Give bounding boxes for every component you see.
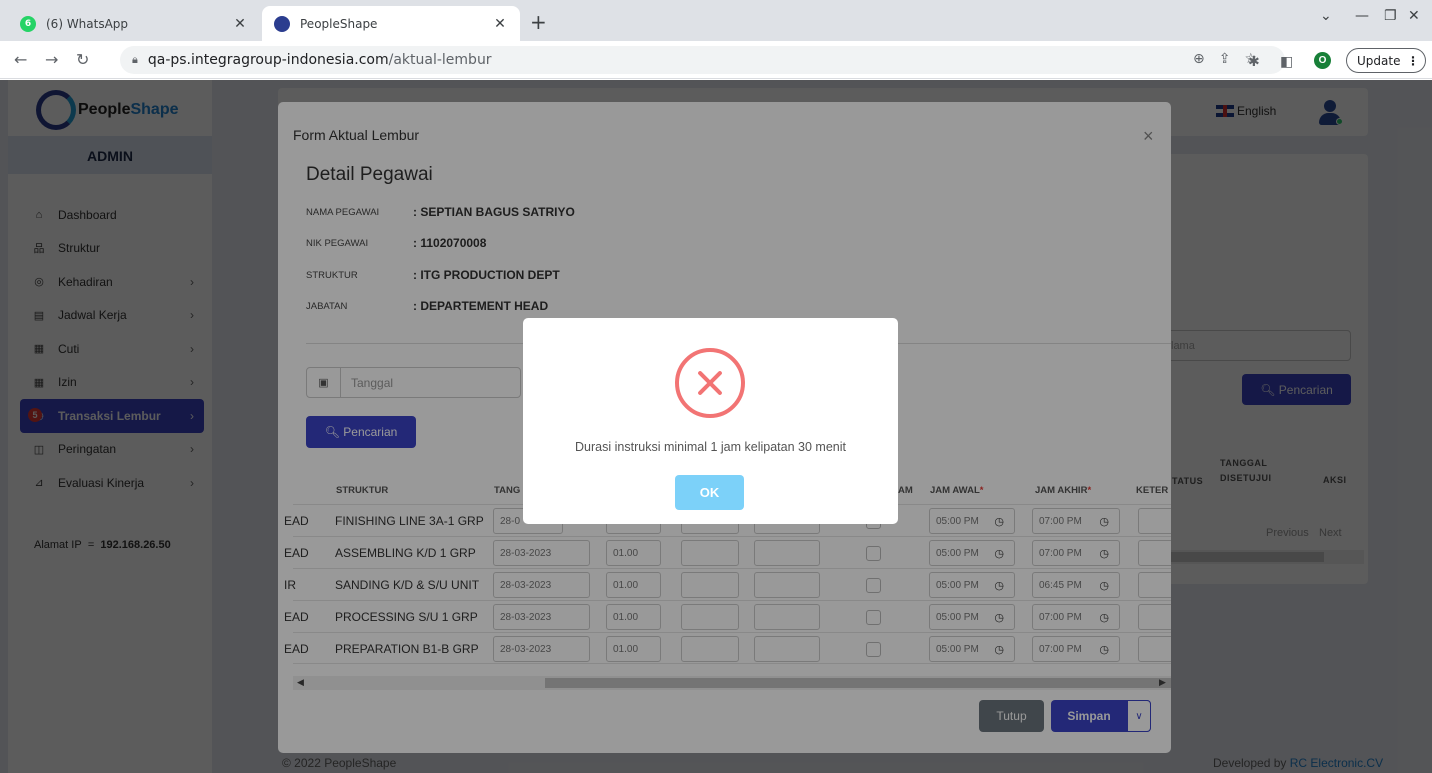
ok-button[interactable]: OK [675,475,744,510]
url-path: /aktual-lembur [388,52,492,68]
update-label: Update [1357,53,1401,68]
peopleshape-favicon-icon [274,15,290,32]
browser-tab-bar: 6 (6) WhatsApp ✕ PeopleShape ✕ + ⌄ — ❐ ✕ [0,0,1432,41]
minimize-button[interactable]: — [1355,8,1369,24]
tab-search-icon[interactable]: ⌄ [1320,8,1332,24]
alert-message: Durasi instruksi minimal 1 jam kelipatan… [575,440,846,454]
window-close-button[interactable]: ✕ [1408,8,1420,24]
browser-tab-peopleshape[interactable]: PeopleShape ✕ [262,6,520,41]
close-tab-icon[interactable]: ✕ [232,16,248,32]
url-field[interactable]: 🔒︎ qa-ps.integragroup-indonesia.com/aktu… [120,46,1285,74]
close-tab-icon[interactable]: ✕ [492,16,508,32]
kebab-menu-icon[interactable]: ⋮ [1407,54,1419,68]
whatsapp-icon: 6 [20,15,36,32]
address-bar: ← → ↻ 🔒︎ qa-ps.integragroup-indonesia.co… [0,41,1432,79]
tab-title: PeopleShape [300,16,378,31]
back-icon[interactable]: ← [14,50,27,69]
browser-tab-whatsapp[interactable]: 6 (6) WhatsApp ✕ [8,6,260,41]
forward-icon[interactable]: → [45,50,58,69]
reload-icon[interactable]: ↻ [76,50,89,69]
error-x-icon [675,348,745,418]
new-tab-button[interactable]: + [530,10,547,34]
restore-button[interactable]: ❐ [1384,8,1397,24]
extensions-icon[interactable]: ✱ [1248,53,1260,70]
url-host: qa-ps.integragroup-indonesia.com [147,52,389,68]
lock-icon: 🔒︎ [132,53,138,66]
error-alert-dialog: Durasi instruksi minimal 1 jam kelipatan… [523,318,898,524]
side-panel-icon[interactable]: ◧ [1280,53,1293,70]
tab-title: (6) WhatsApp [46,16,129,31]
update-button[interactable]: Update ⋮ [1346,48,1426,73]
profile-avatar[interactable]: O [1314,52,1331,69]
